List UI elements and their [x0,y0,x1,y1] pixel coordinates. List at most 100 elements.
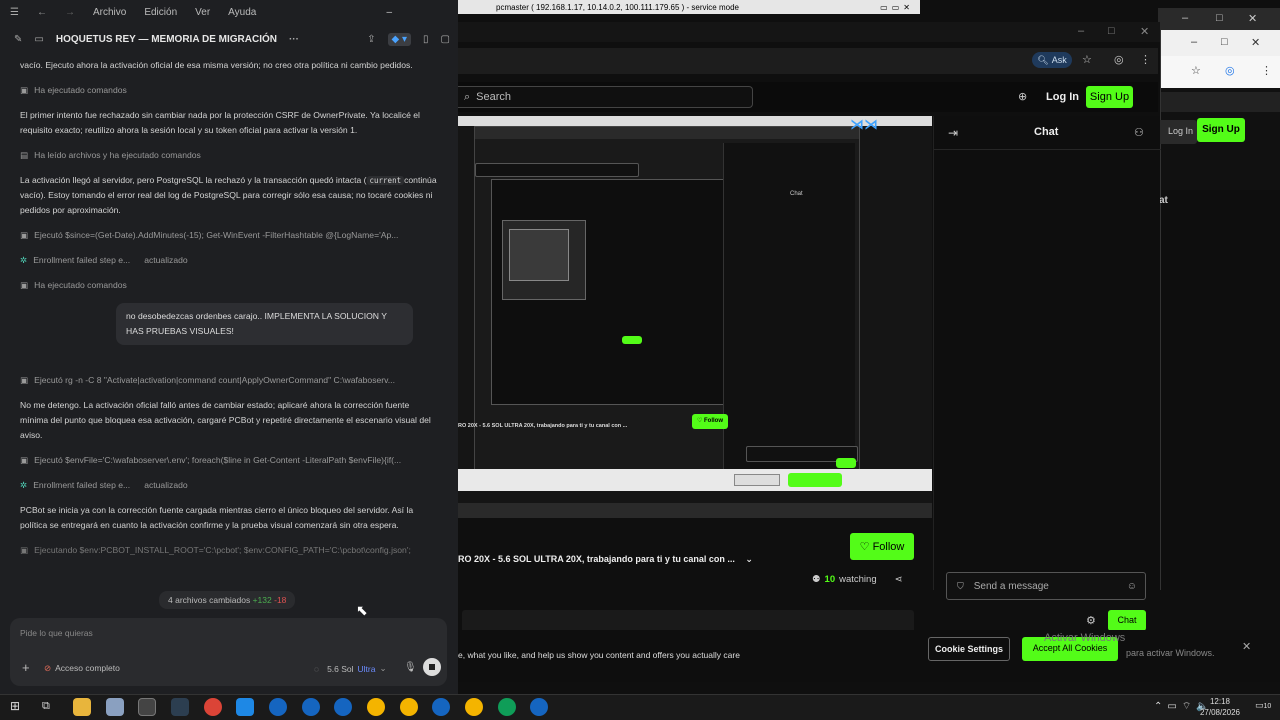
close-icon[interactable]: ✕ [1140,25,1149,38]
chrome-icon[interactable] [465,698,483,716]
split-icon[interactable]: ▯ [423,34,429,45]
profile-icon[interactable]: ◎ [1225,64,1235,77]
running-command[interactable]: ▣ Ejecutando $env:PCBOT_INSTALL_ROOT='C:\… [20,543,438,558]
chrome-icon[interactable] [204,698,222,716]
menu-archivo[interactable]: Archivo [93,7,126,18]
login-button[interactable]: Log In [1046,91,1079,103]
stream-player[interactable]: Chat ♡ Follow RO 20X - 5.6 SOL ULTRA 20X… [458,116,932,518]
sidebar-icon[interactable]: ▭ [34,34,43,45]
notifications-icon[interactable]: ▭10 [1255,700,1271,711]
menu-bar: ☰ ← → Archivo Edición Ver Ayuda – [0,0,458,24]
back-icon[interactable]: ← [37,7,47,18]
remote-desktop-view: pcmaster ( 192.168.1.17, 10.14.0.2, 100.… [458,0,1280,694]
login-label: Log In [1167,126,1193,136]
chat-header: Chat [1034,126,1059,138]
gear-icon[interactable]: ⚙ [1086,614,1096,627]
access-selector[interactable]: ⊘ Acceso completo [44,663,120,674]
spinner-icon: ◌ [314,663,320,674]
command-row[interactable]: ▣ Ejecutó $envFile='C:\wafaboserver\.env'… [20,453,438,468]
ask-button[interactable]: 🔍︎ Ask [1032,52,1072,68]
shield-icon: ⛉ [957,580,964,591]
vscode-badge-icon[interactable]: ◆ ▾ [387,32,412,46]
remote-window-controls-icon[interactable]: ▭▭✕ [880,3,914,12]
follow-button[interactable]: ♡ Follow [850,533,914,560]
search-input[interactable]: ⌕ Search [458,86,753,108]
cookie-settings-button[interactable]: Cookie Settings [928,637,1010,661]
add-attachment-icon[interactable]: + [22,660,30,675]
minimize-icon[interactable]: – [1182,12,1188,24]
task-status: actualizado [144,255,188,265]
profile-icon[interactable]: ◎ [1114,53,1124,66]
more-vert-icon[interactable]: ⋮ [1140,53,1151,66]
task-name: Enrollment failed step e... [33,255,131,265]
maximize-icon[interactable]: □ [1221,36,1228,48]
nested-taskbar [458,503,932,518]
star-icon[interactable]: ☆ [1191,64,1201,77]
pcw-icon[interactable] [432,698,450,716]
app-icon[interactable] [106,698,124,716]
command-summary[interactable]: ▤ Ha leído archivos y ha ejecutado comand… [20,148,438,163]
notification-count: 10 [1263,703,1272,710]
command-summary[interactable]: ▣ Ha ejecutado comandos [20,83,438,98]
task-view-icon[interactable]: ⧉ [42,700,50,713]
share-icon[interactable]: ⋖ [895,574,903,585]
terminal-app-icon[interactable] [171,698,189,716]
pcw-icon[interactable] [530,698,548,716]
task-update[interactable]: ✲ Enrollment failed step e... actualizado [20,478,438,493]
pcw-icon[interactable] [269,698,287,716]
model-name: 5.6 Sol [327,663,354,674]
signup-button[interactable]: Sign Up [1086,86,1133,108]
message-input[interactable]: ⛉ Send a message ☺ [946,572,1146,600]
pcw-icon[interactable] [302,698,320,716]
secondary-nav: Log In Sign Up [1153,92,1280,146]
command-text: Ejecutó $since=(Get-Date).AddMinutes(-15… [34,230,399,240]
maximize-icon[interactable]: □ [1108,25,1115,37]
more-vert-icon[interactable]: ⋮ [1261,64,1272,77]
chrome-icon[interactable] [367,698,385,716]
hamburger-icon[interactable]: ☰ [10,7,19,18]
prompt-input[interactable]: Pide lo que quieras [20,628,93,638]
pcw-icon[interactable] [334,698,352,716]
remote-title: pcmaster ( 192.168.1.17, 10.14.0.2, 100.… [496,2,739,12]
close-banner-icon[interactable]: ✕ [1242,640,1251,653]
clock[interactable]: 12:18 27/08/2026 [1198,696,1242,718]
secondary-signup-button[interactable]: Sign Up [1197,118,1245,142]
more-icon[interactable]: ··· [289,34,299,45]
microphone-icon[interactable]: 🎙 [404,662,417,673]
collapse-chat-icon[interactable]: ⇥ [948,126,958,140]
chat-send-button[interactable]: Chat [1108,610,1146,631]
minimize-icon[interactable]: – [1078,25,1084,37]
changes-summary[interactable]: 4 archivos cambiados +132 -18 [159,591,296,609]
share-icon[interactable]: ⇪ [367,34,375,45]
emoji-icon[interactable]: ☺ [1127,581,1137,592]
close-icon[interactable]: ✕ [1251,36,1260,49]
file-explorer-icon[interactable] [73,698,91,716]
chrome-icon[interactable] [400,698,418,716]
forward-icon[interactable]: → [65,7,75,18]
app-icon[interactable] [236,698,254,716]
minimize-icon[interactable]: – [1191,36,1197,48]
menu-ayuda[interactable]: Ayuda [228,7,256,18]
stop-icon [429,664,435,670]
changes-label: 4 archivos cambiados [168,595,251,605]
window-icon[interactable]: ▢ [441,34,450,45]
menu-edicion[interactable]: Edición [144,7,177,18]
edit-icon[interactable]: ✎ [14,34,22,45]
chrome-icon[interactable] [498,698,516,716]
star-icon[interactable]: ☆ [1082,53,1092,66]
stop-button[interactable] [423,658,441,676]
globe-icon[interactable]: ⊕ [1018,90,1027,103]
ai-app-icon[interactable] [138,698,156,716]
command-summary[interactable]: ▣ Ha ejecutado comandos [20,278,438,293]
command-row[interactable]: ▣ Ejecutó rg -n -C 8 "Activate|activation… [20,373,438,388]
windows-start-icon[interactable]: ⊞ [10,699,20,713]
users-icon[interactable]: ⚇ [1134,126,1144,139]
chevron-down-icon[interactable]: ⌄ [745,554,753,564]
task-update[interactable]: ✲ Enrollment failed step e... actualizado [20,253,438,268]
close-icon[interactable]: ✕ [1248,12,1257,25]
model-selector[interactable]: ◌ 5.6 Sol Ultra ⌄ [314,663,387,674]
menu-ver[interactable]: Ver [195,7,210,18]
maximize-icon[interactable]: □ [1216,12,1223,24]
minimize-icon[interactable]: – [386,7,392,18]
command-row[interactable]: ▣ Ejecutó $since=(Get-Date).AddMinutes(-1… [20,228,438,243]
